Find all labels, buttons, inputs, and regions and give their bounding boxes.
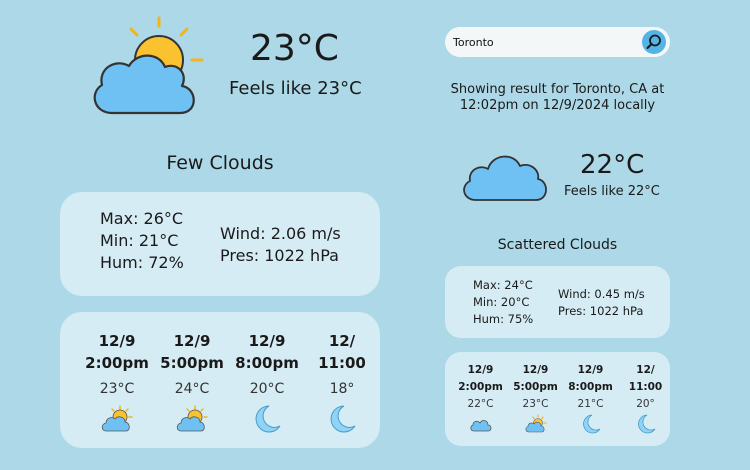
cloud-sun-icon — [525, 414, 547, 433]
min-temp: Min: 21°C — [100, 231, 179, 250]
forecast-date: 12/9 — [522, 364, 549, 376]
forecast-temp: 23°C — [99, 381, 135, 397]
pressure: Pres: 1022 hPa — [558, 304, 644, 318]
forecast-date: 12/ — [328, 332, 356, 350]
forecast-time: 5:00pm — [513, 381, 558, 393]
forecast-time: 8:00pm — [568, 381, 613, 393]
forecast-item: 12/ 11:00 18° — [302, 330, 380, 434]
cloud-sun-icon — [101, 405, 133, 432]
cloud-sun-icon — [176, 405, 208, 432]
max-temp: Max: 24°C — [473, 278, 533, 292]
forecast-temp: 22°C — [467, 398, 494, 410]
moon-icon — [255, 405, 281, 433]
forecast-temp: 21°C — [577, 398, 604, 410]
cloud-icon — [463, 155, 547, 201]
forecast-time: 5:00pm — [160, 354, 224, 372]
cloud-sun-icon — [93, 16, 204, 115]
humidity: Hum: 72% — [100, 253, 184, 272]
result-location-text: Showing result for Toronto, CA at — [450, 82, 665, 97]
forecast-date: 12/9 — [173, 332, 211, 350]
forecast-card: 12/9 2:00pm 23°C 12/9 5:00pm 24°C 12/9 8… — [60, 312, 380, 448]
forecast-item: 12/9 5:00pm 24°C — [152, 330, 232, 434]
forecast-temp: 20° — [636, 398, 655, 410]
result-temperature: 22°C — [580, 150, 645, 180]
forecast-item: 12/9 2:00pm 22°C — [453, 362, 508, 434]
forecast-temp: 24°C — [174, 381, 210, 397]
forecast-time: 2:00pm — [458, 381, 503, 393]
forecast-time: 11:00 — [318, 354, 366, 372]
forecast-time: 2:00pm — [85, 354, 149, 372]
forecast-date: 12/9 — [248, 332, 286, 350]
cloud-icon — [469, 420, 491, 432]
moon-icon — [330, 405, 356, 433]
feels-like-text: Feels like 23°C — [229, 78, 362, 99]
search-input[interactable] — [453, 33, 633, 51]
current-temperature: 23°C — [250, 28, 339, 69]
forecast-temp: 20°C — [249, 381, 285, 397]
moon-icon — [582, 414, 600, 434]
pressure: Pres: 1022 hPa — [220, 246, 339, 265]
weather-stats-card: Max: 26°C Min: 21°C Hum: 72% Wind: 2.06 … — [60, 192, 380, 296]
forecast-temp: 18° — [329, 381, 355, 397]
result-description: Scattered Clouds — [497, 237, 618, 253]
search-button[interactable] — [642, 30, 666, 54]
search-icon — [646, 34, 661, 49]
max-temp: Max: 26°C — [100, 209, 184, 228]
result-stats-card: Max: 24°C Min: 20°C Hum: 75% Wind: 0.45 … — [445, 266, 670, 338]
wind-speed: Wind: 0.45 m/s — [558, 287, 645, 301]
forecast-time: 8:00pm — [235, 354, 299, 372]
weather-description: Few Clouds — [166, 152, 274, 174]
result-feels-like: Feels like 22°C — [564, 184, 660, 199]
forecast-item: 12/9 5:00pm 23°C — [508, 362, 563, 434]
forecast-date: 12/9 — [98, 332, 136, 350]
forecast-item: 12/ 11:00 20° — [618, 362, 670, 434]
moon-icon — [637, 414, 655, 434]
forecast-date: 12/9 — [577, 364, 604, 376]
forecast-temp: 23°C — [522, 398, 549, 410]
humidity: Hum: 75% — [473, 312, 534, 326]
forecast-date: 12/ — [636, 364, 655, 376]
min-temp: Min: 20°C — [473, 295, 530, 309]
search-bar — [445, 27, 670, 57]
forecast-date: 12/9 — [467, 364, 494, 376]
forecast-item: 12/9 8:00pm 21°C — [563, 362, 618, 434]
result-time-text: 12:02pm on 12/9/2024 locally — [459, 98, 656, 113]
result-forecast-card: 12/9 2:00pm 22°C 12/9 5:00pm 23°C 12/9 8… — [445, 352, 670, 446]
forecast-time: 11:00 — [628, 381, 663, 393]
forecast-item: 12/9 8:00pm 20°C — [227, 330, 307, 434]
wind-speed: Wind: 2.06 m/s — [220, 224, 341, 243]
forecast-item: 12/9 2:00pm 23°C — [77, 330, 157, 434]
